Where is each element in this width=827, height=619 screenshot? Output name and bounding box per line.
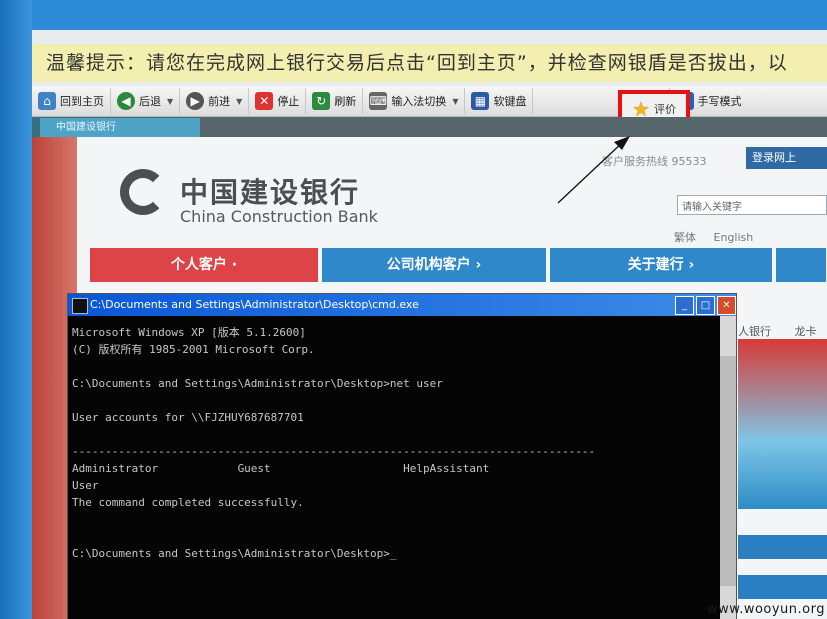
arrow-shaft xyxy=(557,140,625,204)
watermark: www.wooyun.org xyxy=(706,602,825,617)
annotation-arrow xyxy=(557,136,630,204)
